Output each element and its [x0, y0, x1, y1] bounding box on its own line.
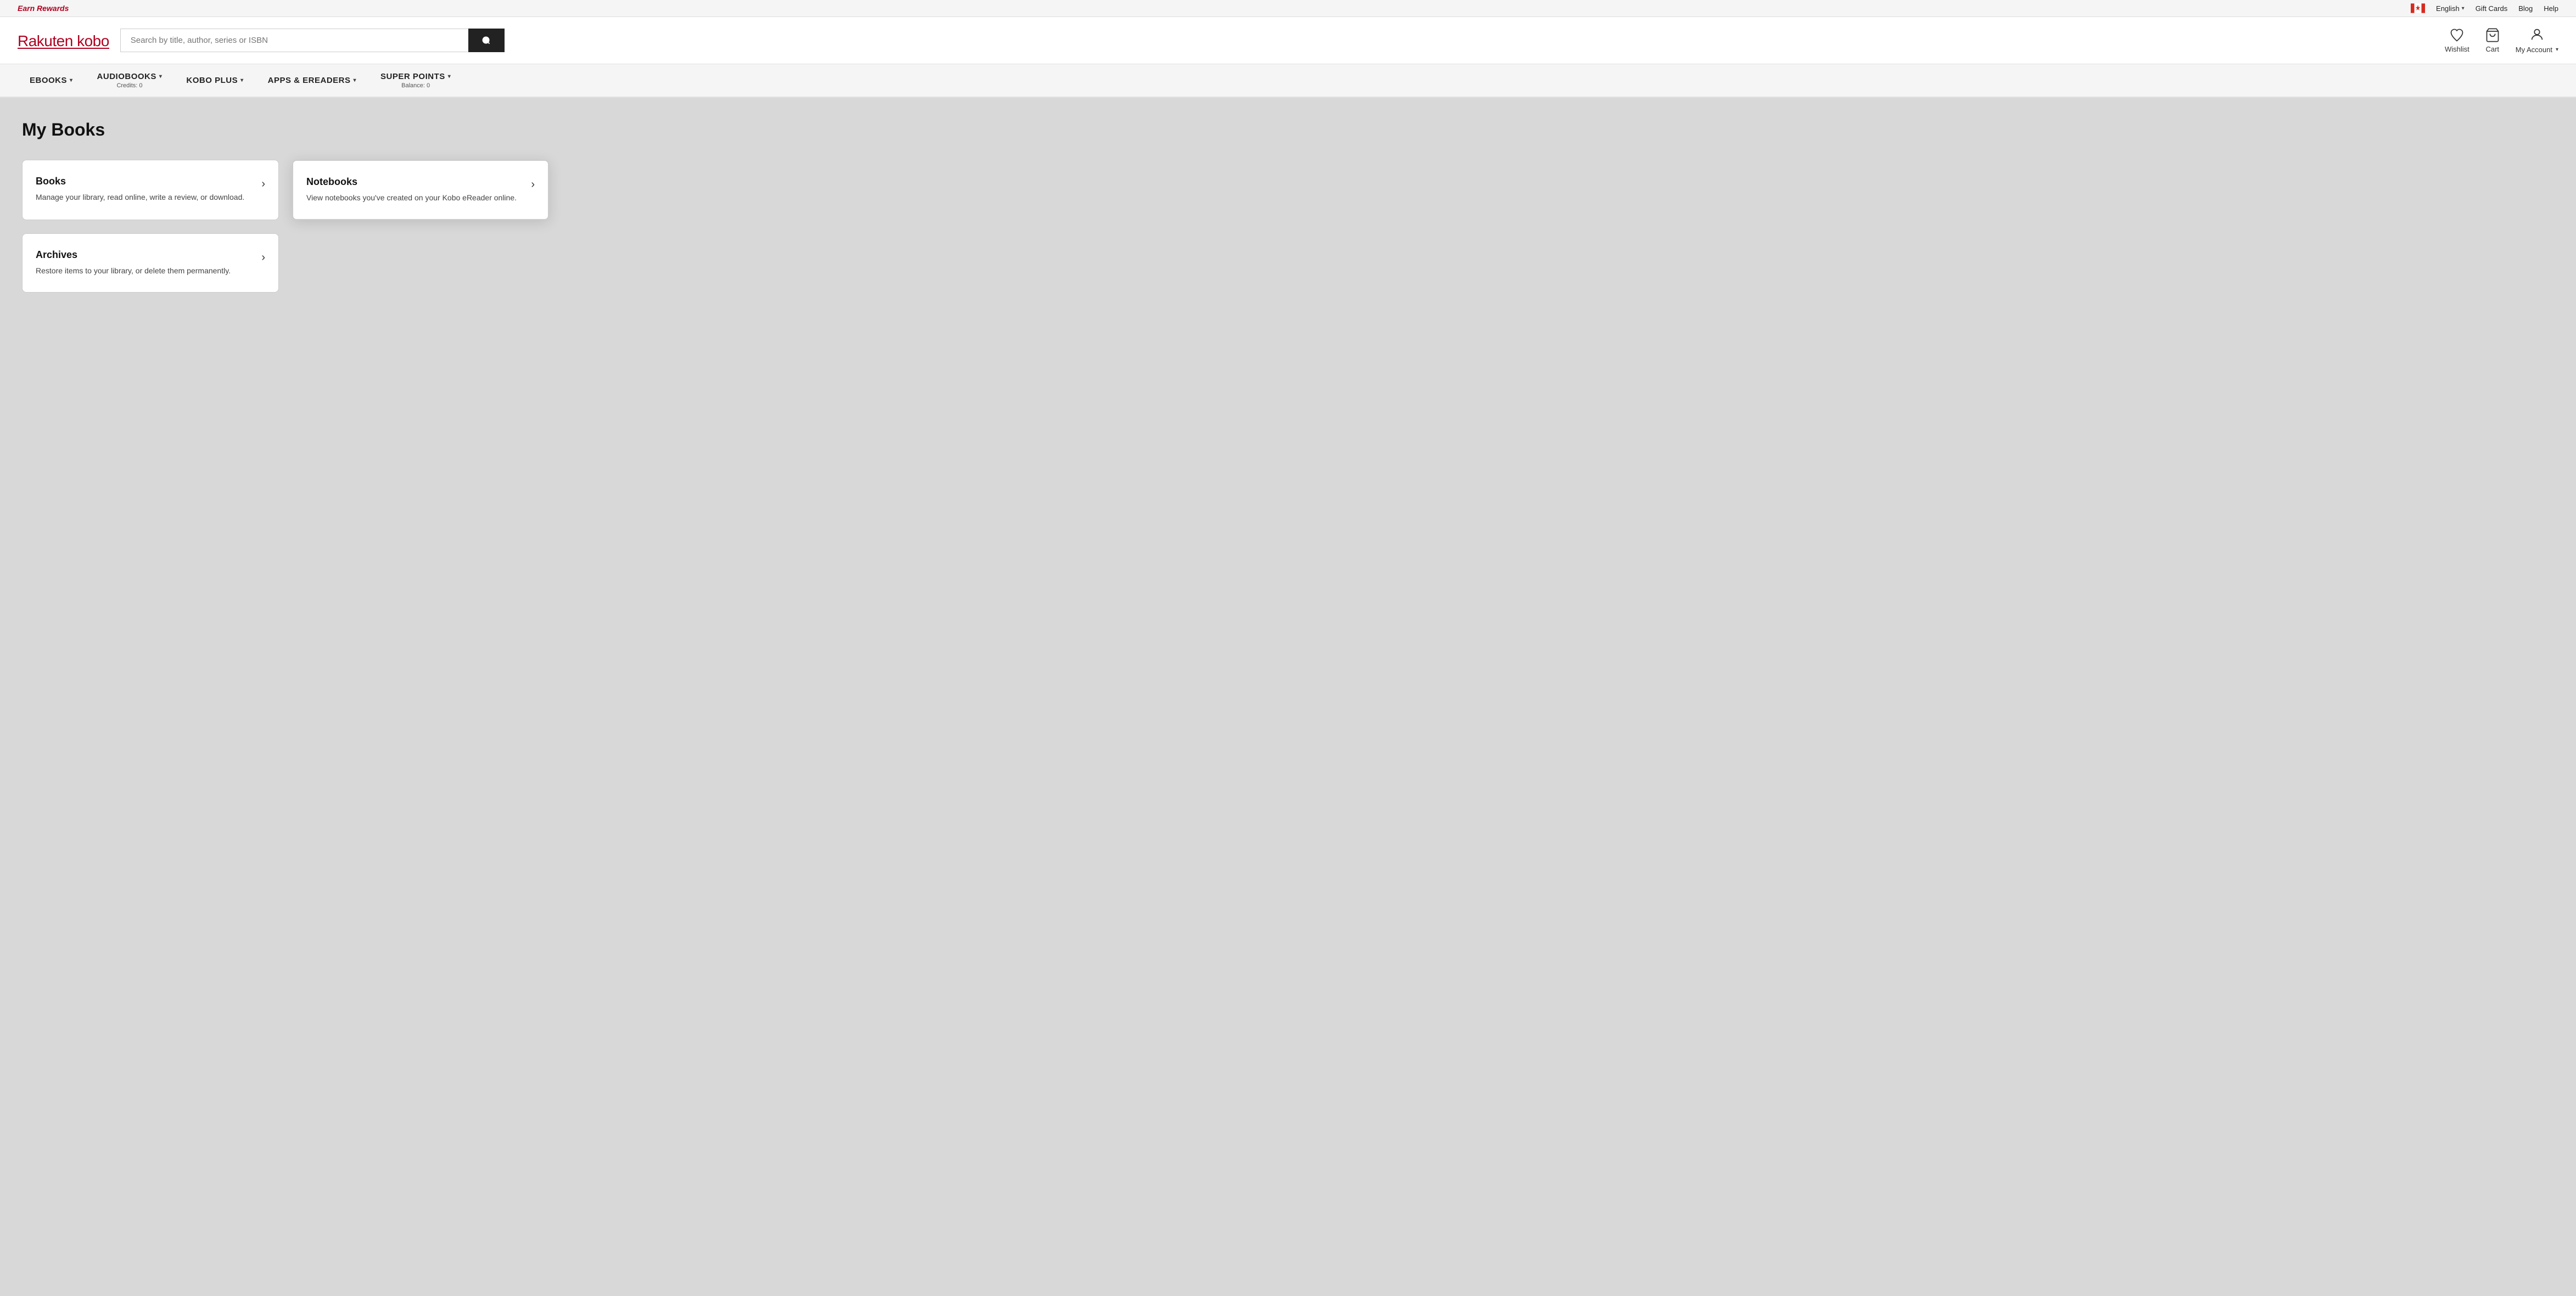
nav-ebooks-chevron-icon: ▾ — [70, 77, 73, 83]
archives-card-desc: Restore items to your library, or delete… — [36, 265, 253, 277]
main-content: My Books Books Manage your library, read… — [0, 98, 2576, 427]
nav-apps-chevron-icon: ▾ — [354, 77, 357, 83]
language-label: English — [2436, 4, 2460, 13]
nav-super-points[interactable]: SUPER POINTS ▾ Balance: 0 — [368, 64, 463, 97]
nav-audiobooks-label-group: AUDIOBOOKS ▾ — [97, 72, 163, 81]
my-account-chevron-icon: ▾ — [2556, 47, 2558, 53]
archives-card-content: Archives Restore items to your library, … — [36, 249, 253, 277]
header-actions: Wishlist Cart My Account ▾ — [2445, 27, 2558, 54]
page-title: My Books — [22, 120, 2554, 140]
cart-button[interactable]: Cart — [2485, 27, 2500, 53]
search-icon — [480, 35, 492, 47]
archives-card-chevron-icon: › — [261, 251, 265, 264]
my-account-label-group: My Account ▾ — [2516, 46, 2558, 54]
books-card-chevron-icon: › — [261, 178, 265, 190]
logo-text: Rakuten kobo — [18, 32, 109, 50]
archives-card-title: Archives — [36, 249, 253, 261]
nav-audiobooks[interactable]: AUDIOBOOKS ▾ Credits: 0 — [85, 64, 175, 97]
notebooks-card[interactable]: Notebooks View notebooks you've created … — [292, 160, 549, 220]
nav-ebooks[interactable]: eBOOKS ▾ — [18, 64, 85, 97]
my-account-button[interactable]: My Account ▾ — [2516, 27, 2558, 54]
nav-apps-label-group: APPS & eREADERS ▾ — [268, 76, 356, 85]
notebooks-card-content: Notebooks View notebooks you've created … — [306, 176, 522, 204]
nav-ebooks-label: eBOOKS — [30, 76, 67, 85]
books-card-desc: Manage your library, read online, write … — [36, 192, 253, 203]
nav-apps-label: APPS & eREADERS — [268, 76, 351, 85]
nav-koboplus-chevron-icon: ▾ — [240, 77, 244, 83]
nav-koboplus[interactable]: KOBO PLUS ▾ — [174, 64, 255, 97]
canada-flag-icon — [2411, 3, 2425, 13]
books-card-content: Books Manage your library, read online, … — [36, 176, 253, 203]
nav-superpoints-sub: Balance: 0 — [401, 82, 430, 89]
help-link[interactable]: Help — [2544, 4, 2558, 13]
nav-apps-ereaders[interactable]: APPS & eREADERS ▾ — [256, 64, 368, 97]
nav-koboplus-label-group: KOBO PLUS ▾ — [186, 76, 243, 85]
nav-audiobooks-label: AUDIOBOOKS — [97, 72, 156, 81]
logo-rakuten: Rakuten — [18, 32, 73, 49]
heart-icon — [2449, 27, 2465, 43]
search-area — [120, 29, 505, 52]
wishlist-label: Wishlist — [2445, 45, 2469, 53]
nav-ebooks-label-group: eBOOKS ▾ — [30, 76, 73, 85]
notebooks-card-chevron-icon: › — [531, 178, 535, 191]
logo[interactable]: Rakuten kobo — [18, 32, 109, 49]
wishlist-button[interactable]: Wishlist — [2445, 27, 2469, 53]
account-icon — [2529, 27, 2545, 42]
books-card-title: Books — [36, 176, 253, 187]
logo-kobo: kobo — [73, 32, 109, 49]
cart-icon — [2485, 27, 2500, 43]
top-bar: Earn Rewards English ▾ Gift Cards Blog H… — [0, 0, 2576, 17]
cards-grid: Books Manage your library, read online, … — [22, 160, 549, 293]
header: Rakuten kobo Wishlist Cart — [0, 17, 2576, 64]
nav-superpoints-label-group: SUPER POINTS ▾ — [380, 72, 451, 81]
earn-rewards-label[interactable]: Earn Rewards — [18, 4, 69, 13]
nav-audiobooks-sub: Credits: 0 — [116, 82, 142, 89]
notebooks-card-title: Notebooks — [306, 176, 522, 188]
nav-superpoints-chevron-icon: ▾ — [448, 74, 451, 80]
canada-flag-container — [2411, 3, 2425, 13]
nav-audiobooks-chevron-icon: ▾ — [159, 74, 163, 80]
gift-cards-link[interactable]: Gift Cards — [2476, 4, 2508, 13]
nav-koboplus-label: KOBO PLUS — [186, 76, 238, 85]
books-card[interactable]: Books Manage your library, read online, … — [22, 160, 279, 220]
search-button[interactable] — [468, 29, 505, 52]
notebooks-card-desc: View notebooks you've created on your Ko… — [306, 192, 522, 204]
blog-link[interactable]: Blog — [2518, 4, 2533, 13]
archives-card[interactable]: Archives Restore items to your library, … — [22, 233, 279, 293]
top-bar-right: English ▾ Gift Cards Blog Help — [2411, 3, 2558, 13]
language-selector[interactable]: English ▾ — [2436, 4, 2465, 13]
my-account-label: My Account — [2516, 46, 2552, 54]
main-nav: eBOOKS ▾ AUDIOBOOKS ▾ Credits: 0 KOBO PL… — [0, 64, 2576, 98]
earn-rewards-link[interactable]: Earn Rewards — [18, 4, 69, 13]
language-chevron-icon: ▾ — [2462, 5, 2465, 12]
search-input[interactable] — [120, 29, 468, 52]
cart-label: Cart — [2485, 45, 2499, 53]
nav-superpoints-label: SUPER POINTS — [380, 72, 445, 81]
